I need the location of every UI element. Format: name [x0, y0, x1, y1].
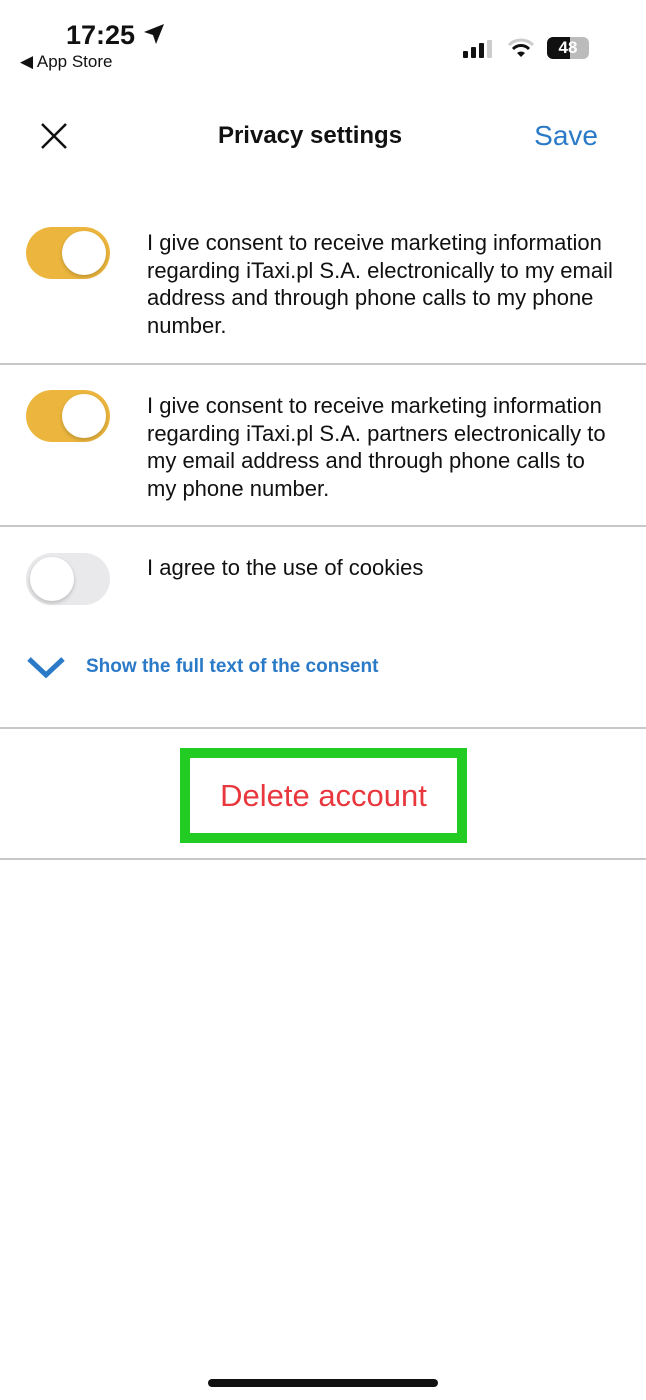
- back-to-app-store[interactable]: ◀ App Store: [20, 52, 112, 72]
- status-time: 17:25: [66, 20, 165, 51]
- page-title: Privacy settings: [217, 122, 403, 149]
- battery-icon: 48: [547, 37, 589, 59]
- home-indicator[interactable]: [208, 1379, 438, 1387]
- toggle-knob: [62, 231, 106, 275]
- delete-account-button[interactable]: Delete account: [180, 748, 467, 843]
- chevron-down-icon[interactable]: [26, 656, 66, 680]
- cookies-consent-toggle[interactable]: [26, 553, 110, 605]
- save-button[interactable]: Save: [534, 120, 598, 152]
- signal-icon: [463, 40, 492, 58]
- partners-consent-toggle[interactable]: [26, 390, 110, 442]
- show-full-text-link[interactable]: Show the full text of the consent: [86, 656, 378, 678]
- cookies-consent-text: I agree to the use of cookies: [147, 555, 424, 580]
- toggle-knob: [30, 557, 74, 601]
- delete-account-label: Delete account: [220, 777, 427, 813]
- battery-level: 48: [558, 38, 578, 57]
- divider: [0, 858, 646, 860]
- time-text: 17:25: [66, 20, 136, 50]
- divider: [0, 525, 646, 527]
- partners-consent-text: I give consent to receive marketing info…: [147, 393, 606, 501]
- divider: [0, 363, 646, 365]
- location-arrow-icon: [143, 24, 164, 44]
- marketing-consent-toggle[interactable]: [26, 227, 110, 279]
- wifi-icon: [508, 38, 534, 57]
- divider: [0, 727, 646, 729]
- toggle-knob: [62, 394, 106, 438]
- marketing-consent-text: I give consent to receive marketing info…: [147, 230, 613, 338]
